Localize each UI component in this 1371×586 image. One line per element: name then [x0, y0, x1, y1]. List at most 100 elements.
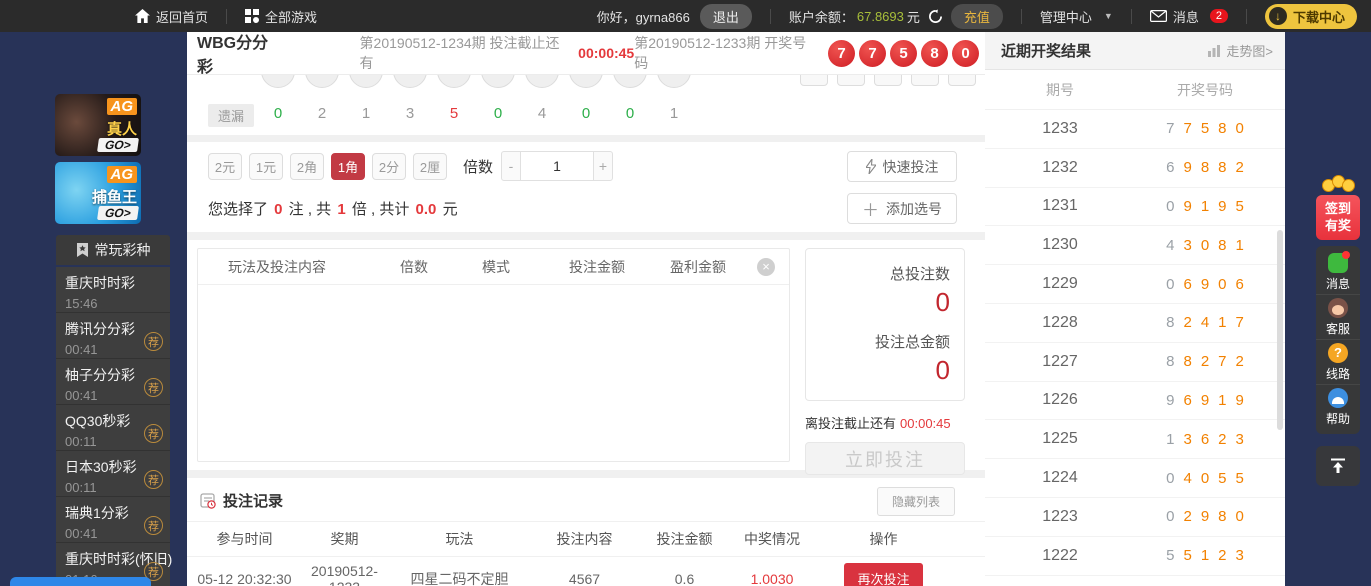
result-row[interactable]: 1231 0 9 1 9 5	[985, 188, 1285, 227]
add-selection-button[interactable]: ＋ 添加选号	[847, 193, 957, 224]
result-numbers: 04055	[1135, 470, 1275, 487]
last-draw-balls: 77580	[828, 39, 979, 67]
draw-number-ball: 5	[890, 39, 917, 67]
unit-chip-1角[interactable]: 1角	[331, 153, 365, 180]
result-numbers: 88272	[1135, 353, 1275, 370]
recharge-button[interactable]: 充值	[950, 3, 1003, 29]
number-ball-cutoff[interactable]	[305, 75, 339, 88]
result-row[interactable]: 1222 5 5 1 2 3	[985, 537, 1285, 576]
rail-item-label: 客服	[1325, 321, 1350, 336]
result-row[interactable]: 1225 1 3 6 2 3	[985, 420, 1285, 460]
sidebar-lottery-item[interactable]: 重庆时时彩 15:46	[56, 267, 170, 313]
rail-item-help[interactable]: 帮助	[1316, 385, 1360, 430]
multiplier-input[interactable]	[521, 151, 594, 181]
close-icon[interactable]: ×	[757, 257, 775, 276]
bottom-blue-bar[interactable]	[10, 577, 151, 586]
number-ball-cutoff[interactable]	[261, 75, 295, 88]
balance-unit: 元	[906, 9, 920, 25]
sidebar-lottery-item[interactable]: 瑞典1分彩 00:41 荐	[56, 497, 170, 543]
quick-pick-button-cutoff[interactable]	[874, 75, 902, 86]
result-digit: 0	[1200, 236, 1210, 254]
result-numbers: 09195	[1135, 198, 1275, 215]
result-row[interactable]: 1230 4 3 0 8 1	[985, 226, 1285, 266]
summary-text: 您选择了	[208, 201, 273, 218]
bet-records-columns: 参与时间 奖期 玩法 投注内容 投注金额 中奖情况 操作	[187, 521, 985, 557]
number-ball-cutoff[interactable]	[349, 75, 383, 88]
result-digit: 7	[1218, 353, 1227, 371]
rebet-button[interactable]: 再次投注	[844, 563, 923, 586]
number-ball-cutoff[interactable]	[657, 75, 691, 88]
quick-pick-button-cutoff[interactable]	[948, 75, 976, 86]
rail-item-line[interactable]: ? 线路	[1316, 340, 1360, 385]
multiplier-minus-button[interactable]: -	[501, 151, 522, 181]
record-cell: 05-12 20:32:30	[197, 570, 292, 586]
result-row[interactable]: 1227 8 8 2 7 2	[985, 343, 1285, 382]
unit-chip-2角[interactable]: 2角	[290, 153, 324, 180]
unit-chip-1元[interactable]: 1元	[249, 153, 283, 180]
result-digit: 9	[1183, 197, 1192, 215]
number-ball-cutoff[interactable]	[437, 75, 471, 88]
home-link[interactable]: 返回首页	[135, 7, 208, 26]
number-ball-cutoff[interactable]	[569, 75, 603, 88]
number-ball-cutoff[interactable]	[481, 75, 515, 88]
omission-value: 3	[405, 105, 415, 122]
result-row[interactable]: 1224 0 4 0 5 5	[985, 459, 1285, 498]
quick-bet-button[interactable]: 快速投注	[847, 151, 957, 182]
download-center-label: 下载中心	[1292, 9, 1345, 25]
result-row[interactable]: 1229 0 6 9 0 6	[985, 265, 1285, 304]
unit-chip-2分[interactable]: 2分	[372, 153, 406, 180]
all-games-link[interactable]: 全部游戏	[245, 7, 317, 26]
number-ball-cutoff[interactable]	[613, 75, 647, 88]
lottery-countdown: 15:46	[65, 296, 98, 311]
number-ball-cutoff[interactable]	[393, 75, 427, 88]
result-digit: 9	[1166, 391, 1175, 409]
unit-chip-2厘[interactable]: 2厘	[413, 153, 447, 180]
result-row[interactable]: 1232 6 9 8 8 2	[985, 149, 1285, 188]
home-label: 返回首页	[156, 9, 209, 25]
result-digit: 2	[1200, 353, 1210, 371]
result-row[interactable]: 1223 0 2 9 8 0	[985, 498, 1285, 537]
admin-center-menu[interactable]: 管理中心 ▼	[1040, 7, 1113, 26]
result-row[interactable]: 1228 8 2 4 1 7	[985, 304, 1285, 343]
result-digit: 9	[1218, 197, 1227, 215]
refresh-icon[interactable]	[928, 8, 943, 24]
rail-item-service[interactable]: 客服	[1316, 295, 1360, 340]
sidebar-lottery-item[interactable]: QQ30秒彩 00:11 荐	[56, 405, 170, 451]
quick-pick-button-cutoff[interactable]	[837, 75, 865, 86]
number-ball-cutoff[interactable]	[525, 75, 559, 88]
quick-pick-button-cutoff[interactable]	[911, 75, 939, 86]
message-count-badge: 2	[1209, 9, 1228, 23]
deadline-text: 离投注截止还有 00:00:45	[805, 413, 965, 432]
multiplier-plus-button[interactable]: +	[593, 151, 614, 181]
rail-item-chat[interactable]: 消息	[1316, 250, 1360, 295]
result-row[interactable]: 1226 9 6 9 1 9	[985, 382, 1285, 421]
result-digit: 6	[1235, 275, 1244, 293]
sidebar-lottery-item[interactable]: 日本30秒彩 00:11 荐	[56, 451, 170, 497]
result-digit: 4	[1166, 236, 1175, 254]
trend-chart-link[interactable]: 走势图>	[1207, 41, 1273, 60]
record-column-header: 操作	[869, 531, 898, 547]
bet-records-panel: 投注记录 隐藏列表 参与时间 奖期 玩法 投注内容 投注金额 中奖情况 操作 05-12 2…	[187, 478, 985, 586]
messages-link[interactable]: 消息 2	[1149, 7, 1228, 26]
back-to-top-button[interactable]	[1316, 446, 1360, 486]
sidebar-lottery-item[interactable]: 柚子分分彩 00:41 荐	[56, 359, 170, 405]
banner-ag-live[interactable]: AG 真人 GO>	[55, 94, 141, 156]
download-center-button[interactable]: ↓ 下载中心	[1264, 3, 1357, 29]
ag-logo: AG	[106, 98, 137, 115]
logout-button[interactable]: 退出	[699, 3, 752, 29]
results-scrollbar[interactable]	[1277, 230, 1283, 430]
result-digit: 6	[1200, 430, 1210, 448]
omission-value: 0	[273, 105, 283, 122]
chat-icon	[1328, 250, 1350, 273]
bet-now-button[interactable]: 立即投注	[805, 442, 965, 476]
unit-chip-2元[interactable]: 2元	[208, 153, 242, 180]
sidebar-lottery-item[interactable]: 腾讯分分彩 00:41 荐	[56, 313, 170, 359]
banner-ag-fishing[interactable]: AG 捕鱼王 GO>	[55, 162, 141, 224]
result-row[interactable]: 1233 7 7 5 8 0	[985, 110, 1285, 149]
hide-list-button[interactable]: 隐藏列表	[876, 487, 955, 516]
home-icon	[135, 9, 150, 23]
result-digit: 0	[1166, 275, 1175, 293]
plus-icon: ＋	[862, 201, 879, 220]
quick-pick-button-cutoff[interactable]	[800, 75, 828, 86]
signin-reward-button[interactable]: 签到 有奖	[1316, 195, 1360, 240]
